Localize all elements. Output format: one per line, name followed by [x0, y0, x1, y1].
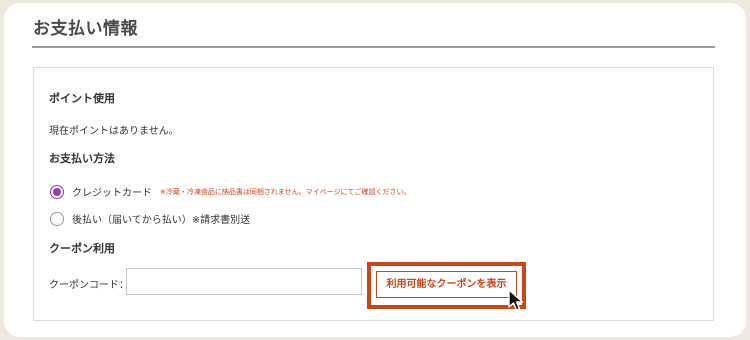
show-available-coupons-button[interactable]: 利用可能なクーポンを表示: [376, 271, 517, 298]
page-title: お支払い情報: [33, 19, 138, 39]
coupon-code-label: クーポンコード：: [49, 280, 129, 291]
points-status: 現在ポイントはありません。: [49, 126, 179, 137]
radio-credit-card[interactable]: [50, 185, 64, 199]
deferred-payment-label[interactable]: 後払い（届いてから払い）※請求書別送: [72, 211, 250, 226]
coupon-heading: クーポン利用: [49, 242, 115, 255]
title-divider: [32, 46, 715, 48]
credit-card-label[interactable]: クレジットカード: [72, 184, 152, 199]
mouse-pointer-icon: [508, 289, 524, 311]
payment-method-heading: お支払い方法: [49, 152, 115, 165]
coupon-code-input[interactable]: [126, 268, 362, 295]
radio-deferred-payment[interactable]: [50, 212, 64, 226]
points-heading: ポイント使用: [49, 92, 115, 105]
credit-card-notice: ※冷蔵・冷凍食品に納品書は同梱されません。マイページにてご確認ください。: [160, 188, 411, 196]
